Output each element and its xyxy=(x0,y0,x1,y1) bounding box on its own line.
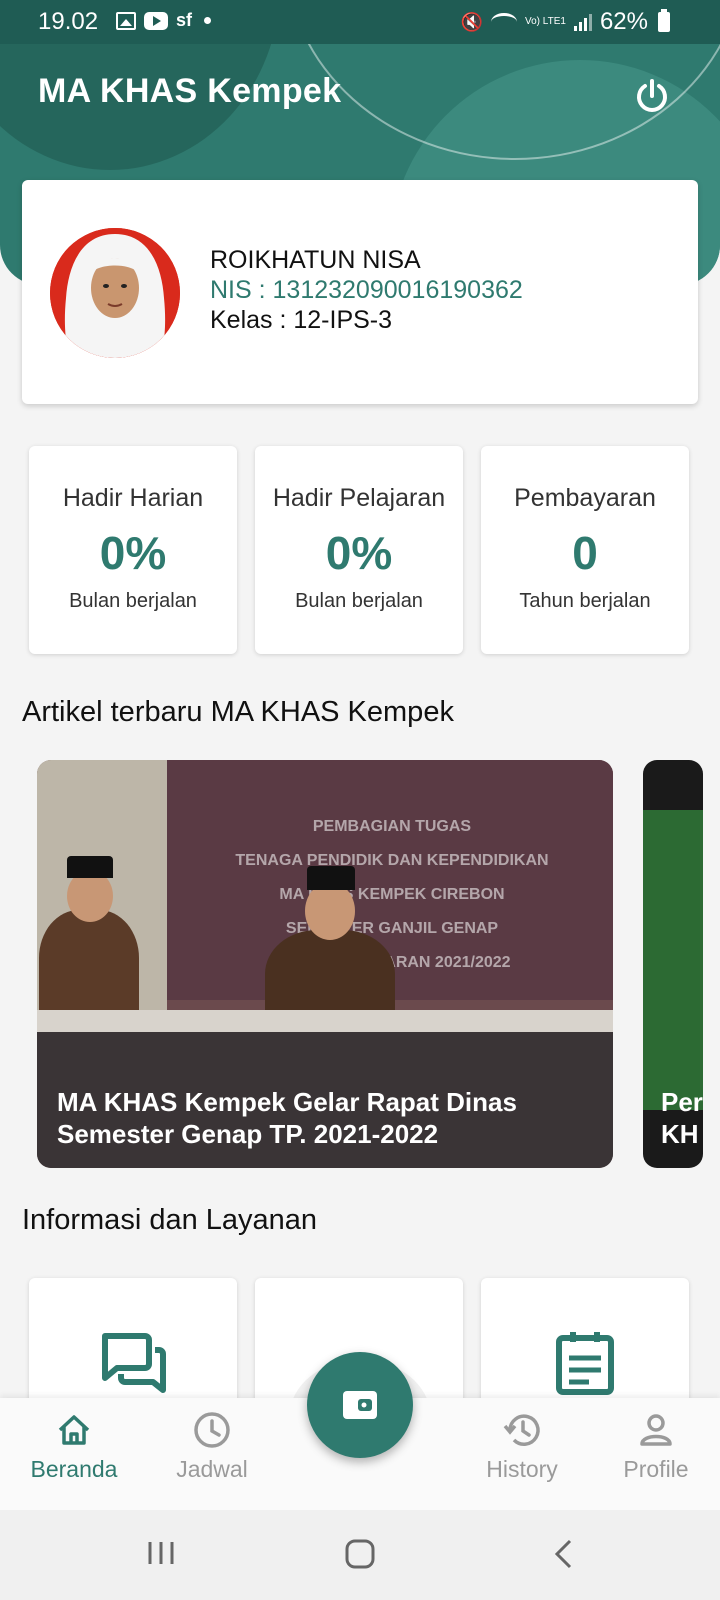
article-photo xyxy=(643,810,703,1110)
service-card-chat[interactable] xyxy=(29,1278,237,1418)
stat-value: 0 xyxy=(572,527,598,579)
history-icon xyxy=(503,1414,540,1446)
articles-section-title: Artikel terbaru MA KHAS Kempek xyxy=(22,696,454,728)
home-icon xyxy=(58,1415,90,1445)
notes-icon xyxy=(556,1332,614,1395)
stat-value: 0% xyxy=(325,527,393,579)
battery-icon xyxy=(658,9,670,32)
status-bar: 19.02 sf 🔇 Vo) LTE1 62% xyxy=(0,0,720,44)
stat-subtitle: Bulan berjalan xyxy=(295,590,423,612)
recent-apps-icon[interactable] xyxy=(146,1538,176,1568)
clock-icon xyxy=(194,1412,230,1448)
avatar xyxy=(50,228,180,358)
stat-title: Hadir Pelajaran xyxy=(272,484,446,512)
banner-line: SEMESTER GANJIL GENAP xyxy=(285,920,499,937)
article-photo-person xyxy=(307,866,355,890)
stat-title: Hadir Harian xyxy=(62,484,204,512)
article-photo-person xyxy=(305,882,355,940)
stat-card-pembayaran[interactable]: Pembayaran 0 Tahun berjalan xyxy=(481,446,689,654)
student-name: ROIKHATUN NISA xyxy=(210,246,421,274)
app-title: MA KHAS Kempek xyxy=(38,72,342,110)
banner-line: TENAGA PENDIDIK DAN KEPENDIDIKAN xyxy=(235,852,549,869)
power-icon[interactable] xyxy=(632,76,672,116)
student-class: Kelas : 12-IPS-3 xyxy=(210,306,393,334)
services-section-title: Informasi dan Layanan xyxy=(22,1204,318,1236)
chat-icon xyxy=(102,1333,166,1393)
wallet-fab-button[interactable] xyxy=(307,1352,413,1458)
nav-item-jadwal[interactable]: Jadwal xyxy=(162,1410,262,1483)
sf-icon: sf xyxy=(176,10,193,30)
nav-item-profile[interactable]: Profile xyxy=(606,1410,706,1483)
signal-icon xyxy=(573,13,592,31)
article-card[interactable]: Per KH xyxy=(643,760,703,1168)
nav-label: History xyxy=(486,1456,558,1482)
battery-percentage: 62% xyxy=(599,8,648,35)
nav-label: Profile xyxy=(623,1456,689,1482)
banner-line: MA KHAS KEMPEK CIREBON xyxy=(279,886,505,903)
wifi-icon xyxy=(491,13,517,31)
nav-item-beranda[interactable]: Beranda xyxy=(24,1410,124,1483)
article-caption: Per KH xyxy=(661,1087,703,1149)
article-card[interactable]: PEMBAGIAN TUGAS TENAGA PENDIDIK DAN KEPE… xyxy=(37,760,613,1168)
stat-title: Pembayaran xyxy=(514,484,656,512)
home-button-icon[interactable] xyxy=(344,1538,376,1570)
stat-card-hadir-pelajaran[interactable]: Hadir Pelajaran 0% Bulan berjalan xyxy=(255,446,463,654)
stat-subtitle: Tahun berjalan xyxy=(519,590,651,612)
status-time: 19.02 xyxy=(38,8,99,35)
profile-card[interactable]: ROIKHATUN NISA NIS : 131232090016190362 … xyxy=(22,180,698,404)
banner-line: PEMBAGIAN TUGAS xyxy=(312,818,472,835)
article-caption: MA KHAS Kempek Gelar Rapat Dinas Semeste… xyxy=(57,1087,517,1149)
back-icon[interactable] xyxy=(552,1538,576,1570)
youtube-icon xyxy=(144,11,168,30)
stat-card-hadir-harian[interactable]: Hadir Harian 0% Bulan berjalan xyxy=(29,446,237,654)
image-icon xyxy=(116,11,136,30)
nav-label: Beranda xyxy=(30,1456,118,1482)
nav-label: Jadwal xyxy=(176,1456,248,1482)
article-photo-table xyxy=(37,1010,613,1032)
student-nis: NIS : 131232090016190362 xyxy=(210,276,523,304)
article-photo-person xyxy=(67,856,113,878)
person-icon xyxy=(640,1414,672,1446)
service-card-notes[interactable] xyxy=(481,1278,689,1418)
nav-item-history[interactable]: History xyxy=(472,1410,572,1483)
volte-icon: Vo) LTE1 xyxy=(525,16,566,27)
stat-value: 0% xyxy=(99,527,167,579)
system-nav-bar xyxy=(0,1510,720,1600)
wallet-icon xyxy=(343,1391,377,1419)
dot-icon xyxy=(204,17,212,24)
mute-icon: 🔇 xyxy=(460,11,483,32)
stat-subtitle: Bulan berjalan xyxy=(69,590,197,612)
